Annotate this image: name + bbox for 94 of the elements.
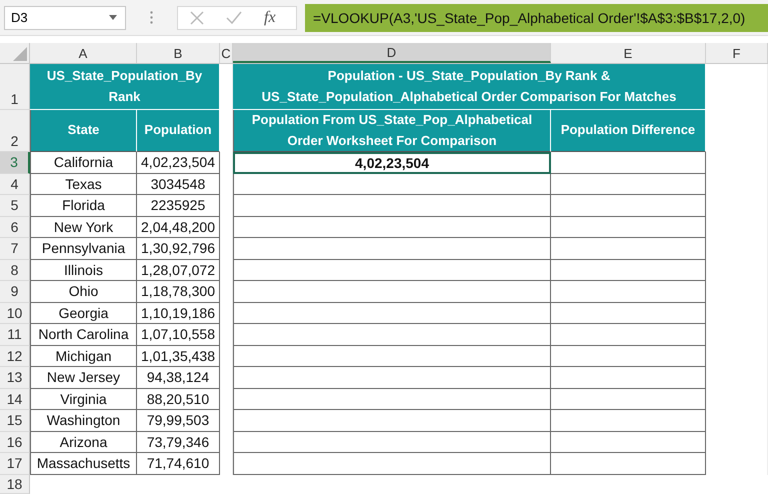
- formula-field[interactable]: =VLOOKUP(A3,'US_State_Pop_Alphabetical Order'!$A$3:$B$17,2,0): [305, 4, 768, 32]
- table-cell[interactable]: [551, 453, 706, 474]
- table-cell: 1,30,92,796: [137, 238, 220, 260]
- table-cell[interactable]: [551, 260, 706, 281]
- row-header[interactable]: 9: [0, 281, 30, 302]
- table-cell: New Jersey: [30, 367, 137, 388]
- table-cell[interactable]: [233, 367, 551, 388]
- column-header[interactable]: B: [137, 43, 220, 63]
- table-cell: Georgia: [30, 302, 137, 324]
- row-header[interactable]: 13: [0, 367, 30, 388]
- row-header[interactable]: 6: [0, 216, 30, 238]
- row-header[interactable]: 15: [0, 410, 30, 432]
- table-title: US_State_Population_By Rank: [30, 64, 220, 110]
- table-cell: Texas: [30, 174, 137, 195]
- table-cell: 71,74,610: [137, 453, 220, 474]
- table-cell[interactable]: [233, 302, 551, 324]
- row-header[interactable]: 8: [0, 260, 30, 281]
- insert-function-button[interactable]: fx: [264, 8, 276, 26]
- table-cell: Virginia: [30, 388, 137, 410]
- table-cell[interactable]: [551, 216, 706, 238]
- table-cell: Illinois: [30, 260, 137, 281]
- table-cell: 4,02,23,504: [137, 152, 220, 174]
- table-cell: 1,07,10,558: [137, 324, 220, 346]
- table-cell[interactable]: [233, 260, 551, 281]
- table-cell[interactable]: [551, 174, 706, 195]
- table-cell: New York: [30, 216, 137, 238]
- table-cell[interactable]: [233, 346, 551, 367]
- column-heading: Population: [137, 110, 220, 152]
- table-cell[interactable]: [551, 281, 706, 302]
- name-box[interactable]: D3: [4, 6, 126, 30]
- table-cell[interactable]: [551, 302, 706, 324]
- table-cell: 1,01,35,438: [137, 346, 220, 367]
- table-cell: Ohio: [30, 281, 137, 302]
- table-cell[interactable]: [551, 410, 706, 432]
- table-cell: 73,79,346: [137, 432, 220, 453]
- column-heading: Population Difference: [551, 110, 706, 152]
- row-header[interactable]: 5: [0, 195, 30, 216]
- table-cell[interactable]: [551, 367, 706, 388]
- table-cell[interactable]: [233, 453, 551, 474]
- table-cell: 3034548: [137, 174, 220, 195]
- table-cell: North Carolina: [30, 324, 137, 346]
- table-cell[interactable]: [233, 195, 551, 216]
- table-cell: Massachusetts: [30, 453, 137, 474]
- table-cell[interactable]: [233, 174, 551, 195]
- table-cell: Arizona: [30, 432, 137, 453]
- table-cell: 2,04,48,200: [137, 216, 220, 238]
- table-cell[interactable]: 4,02,23,504: [233, 152, 551, 174]
- column-header[interactable]: F: [706, 43, 768, 63]
- column-heading: State: [30, 110, 137, 152]
- table-cell[interactable]: [551, 152, 706, 174]
- table-cell[interactable]: [233, 281, 551, 302]
- row-header[interactable]: 11: [0, 324, 30, 346]
- table-cell: Washington: [30, 410, 137, 432]
- column-header[interactable]: D: [233, 43, 551, 63]
- table-cell: Florida: [30, 195, 137, 216]
- table-cell: California: [30, 152, 137, 174]
- row-header[interactable]: 10: [0, 302, 30, 324]
- row-header[interactable]: 16: [0, 432, 30, 453]
- table-cell[interactable]: [551, 238, 706, 260]
- table-cell[interactable]: [233, 324, 551, 346]
- table-cell[interactable]: [233, 238, 551, 260]
- table-cell[interactable]: [233, 410, 551, 432]
- row-header[interactable]: 4: [0, 174, 30, 195]
- row-header[interactable]: 18: [0, 474, 30, 494]
- table-cell: 1,18,78,300: [137, 281, 220, 302]
- table-cell[interactable]: [233, 388, 551, 410]
- column-header[interactable]: A: [30, 43, 137, 63]
- row-header[interactable]: 1: [0, 64, 30, 110]
- table-cell: Pennsylvania: [30, 238, 137, 260]
- table-cell[interactable]: [551, 388, 706, 410]
- table-cell[interactable]: [551, 195, 706, 216]
- row-header[interactable]: 17: [0, 453, 30, 474]
- table-cell[interactable]: [233, 216, 551, 238]
- caret-icon[interactable]: [109, 15, 117, 20]
- table-cell: 1,28,07,072: [137, 260, 220, 281]
- row-header[interactable]: 7: [0, 238, 30, 260]
- column-header[interactable]: E: [551, 43, 706, 63]
- more-options-icon[interactable]: [150, 11, 153, 24]
- row-header[interactable]: 3: [0, 152, 30, 174]
- table-cell[interactable]: [551, 432, 706, 453]
- row-header[interactable]: 2: [0, 110, 30, 152]
- table-cell[interactable]: [551, 324, 706, 346]
- table-cell: 94,38,124: [137, 367, 220, 388]
- table-cell: 79,99,503: [137, 410, 220, 432]
- table-cell[interactable]: [551, 346, 706, 367]
- table-cell[interactable]: [233, 432, 551, 453]
- table-cell: 1,10,19,186: [137, 302, 220, 324]
- table-cell: 88,20,510: [137, 388, 220, 410]
- table-cell: Michigan: [30, 346, 137, 367]
- table-title: Population - US_State_Population_By Rank & US_State_Population_Alphabetical Order Comparison For Matches: [233, 64, 706, 110]
- table-cell: 2235925: [137, 195, 220, 216]
- row-header[interactable]: 12: [0, 346, 30, 367]
- column-heading: Population From US_State_Pop_Alphabetical Order Worksheet For Comparison: [233, 110, 551, 152]
- row-header[interactable]: 14: [0, 388, 30, 410]
